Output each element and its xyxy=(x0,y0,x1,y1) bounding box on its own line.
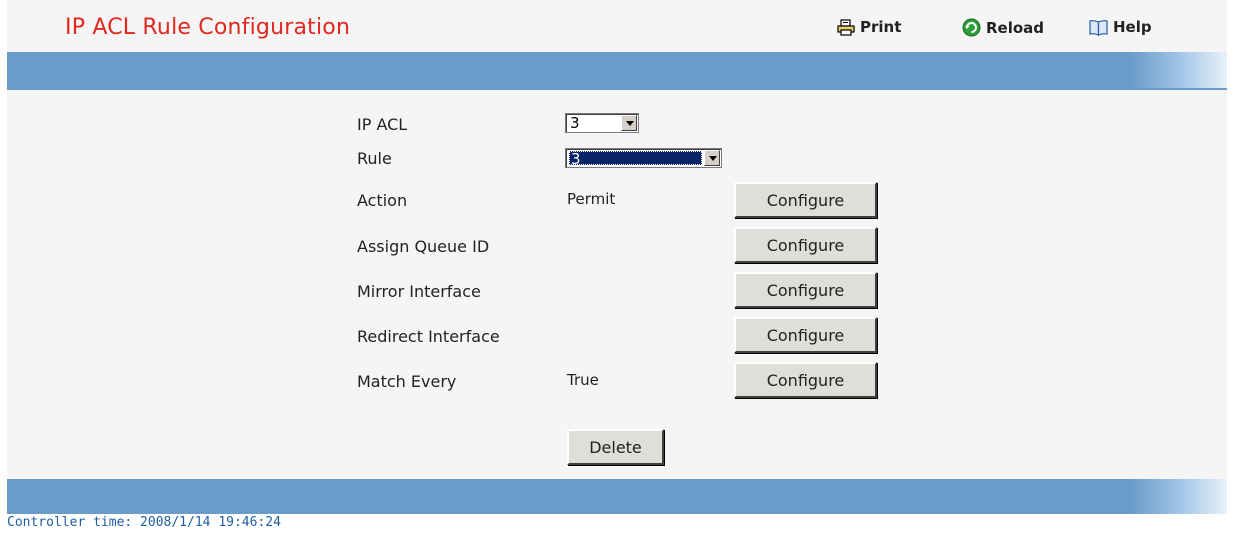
chevron-down-icon[interactable] xyxy=(621,115,637,131)
book-icon xyxy=(1089,19,1108,36)
reload-link[interactable]: Reload xyxy=(962,18,1044,37)
help-link[interactable]: Help xyxy=(1089,18,1152,36)
printer-icon xyxy=(837,18,855,36)
chevron-down-icon[interactable] xyxy=(704,150,720,166)
print-link[interactable]: Print xyxy=(837,18,901,36)
action-label: Action xyxy=(357,191,408,210)
assign-queue-label: Assign Queue ID xyxy=(357,237,490,256)
delete-button[interactable]: Delete xyxy=(567,429,664,465)
help-label: Help xyxy=(1113,18,1152,36)
match-every-label: Match Every xyxy=(357,372,457,391)
rule-select-value: 3 xyxy=(569,151,702,167)
rule-select[interactable]: 3 xyxy=(565,148,722,168)
page-header: IP ACL Rule Configuration Print Reload H… xyxy=(7,0,1227,52)
controller-time: Controller time: 2008/1/14 19:46:24 xyxy=(7,515,281,530)
redirect-interface-label: Redirect Interface xyxy=(357,327,500,346)
rule-config-form: IP ACL 3 Rule 3 Action Permit Configure … xyxy=(7,88,1227,479)
match-every-value: True xyxy=(567,371,599,389)
reload-icon xyxy=(962,18,981,37)
configure-mirror-interface-button[interactable]: Configure xyxy=(734,272,877,308)
configure-action-button[interactable]: Configure xyxy=(734,182,877,218)
configure-redirect-interface-button[interactable]: Configure xyxy=(734,317,877,353)
bottom-banner-bar xyxy=(7,479,1227,514)
page-title: IP ACL Rule Configuration xyxy=(65,15,351,40)
action-value: Permit xyxy=(567,190,616,208)
rule-label: Rule xyxy=(357,149,392,168)
ip-acl-select[interactable]: 3 xyxy=(565,113,639,133)
ip-acl-select-value: 3 xyxy=(570,114,580,132)
print-label: Print xyxy=(860,18,902,36)
reload-label: Reload xyxy=(986,18,1045,37)
mirror-interface-label: Mirror Interface xyxy=(357,282,481,301)
ip-acl-label: IP ACL xyxy=(357,115,408,134)
configure-assign-queue-button[interactable]: Configure xyxy=(734,227,877,263)
configure-match-every-button[interactable]: Configure xyxy=(734,362,877,398)
top-banner-bar xyxy=(7,52,1227,88)
